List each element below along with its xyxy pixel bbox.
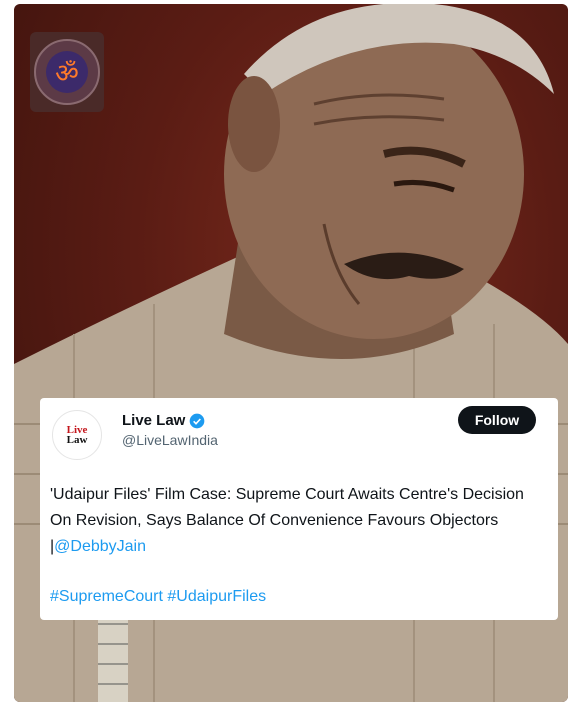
author-name[interactable]: Live Law [122, 412, 185, 429]
tweet-card[interactable]: Live Law Live Law @LiveLawIndia Follow '… [40, 398, 558, 620]
author-name-row[interactable]: Live Law [122, 412, 205, 429]
avatar-text-line2: Law [66, 434, 88, 446]
logo-ring: ॐ [34, 39, 100, 105]
hashtag-link[interactable]: #SupremeCourt [50, 588, 163, 605]
follow-button[interactable]: Follow [458, 406, 536, 434]
watermark-logo: ॐ [30, 32, 104, 112]
author-handle[interactable]: @LiveLawIndia [122, 432, 218, 448]
tweet-text: 'Udaipur Files' Film Case: Supreme Court… [50, 482, 546, 560]
mention-link[interactable]: @DebbyJain [54, 538, 146, 555]
avatar[interactable]: Live Law [52, 410, 102, 460]
om-icon: ॐ [46, 51, 88, 93]
verified-badge-icon [190, 413, 205, 428]
hashtag-list: #SupremeCourt #UdaipurFiles [50, 588, 266, 606]
hashtag-link[interactable]: #UdaipurFiles [167, 588, 266, 605]
